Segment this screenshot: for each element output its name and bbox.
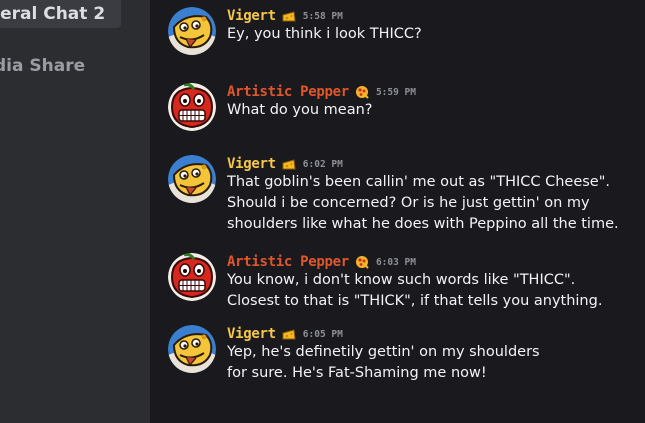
message-timestamp: 6:03 PM <box>375 256 416 268</box>
message-author[interactable]: Artistic Pepper <box>227 84 349 100</box>
channel-sidebar: neral Chat 2 dia Share <box>0 0 150 423</box>
channel-general-chat-2[interactable]: neral Chat 2 <box>0 0 121 28</box>
message-text: Ey, you think i look THICC? <box>227 26 422 42</box>
pizza-icon <box>355 255 369 269</box>
message-timestamp: 5:59 PM <box>375 86 416 98</box>
message-text: That goblin's been callin' me out as "TH… <box>227 174 619 232</box>
artistic-pepper-avatar[interactable] <box>168 253 216 301</box>
message-text: Yep, he's definetily gettin' on my shoul… <box>227 344 540 381</box>
artistic-pepper-avatar[interactable] <box>168 83 216 131</box>
message-text: You know, i don't know such words like "… <box>227 272 603 309</box>
message-author[interactable]: Artistic Pepper <box>227 254 349 270</box>
message-timestamp: 6:02 PM <box>302 158 343 170</box>
channel-media-share[interactable]: dia Share <box>0 52 150 80</box>
chat-messages: Vigert 5:58 PM Ey, you think i look THIC… <box>150 0 645 423</box>
message-author[interactable]: Vigert <box>227 326 276 342</box>
vigert-avatar[interactable] <box>168 7 216 55</box>
vigert-avatar[interactable] <box>168 325 216 373</box>
pizza-icon <box>355 85 369 99</box>
cheese-icon <box>282 9 296 23</box>
cheese-icon <box>282 327 296 341</box>
message-author[interactable]: Vigert <box>227 8 276 24</box>
message-timestamp: 6:05 PM <box>302 328 343 340</box>
cheese-icon <box>282 157 296 171</box>
message-text: What do you mean? <box>227 102 373 118</box>
message-timestamp: 5:58 PM <box>302 10 343 22</box>
message-author[interactable]: Vigert <box>227 156 276 172</box>
vigert-avatar[interactable] <box>168 155 216 203</box>
